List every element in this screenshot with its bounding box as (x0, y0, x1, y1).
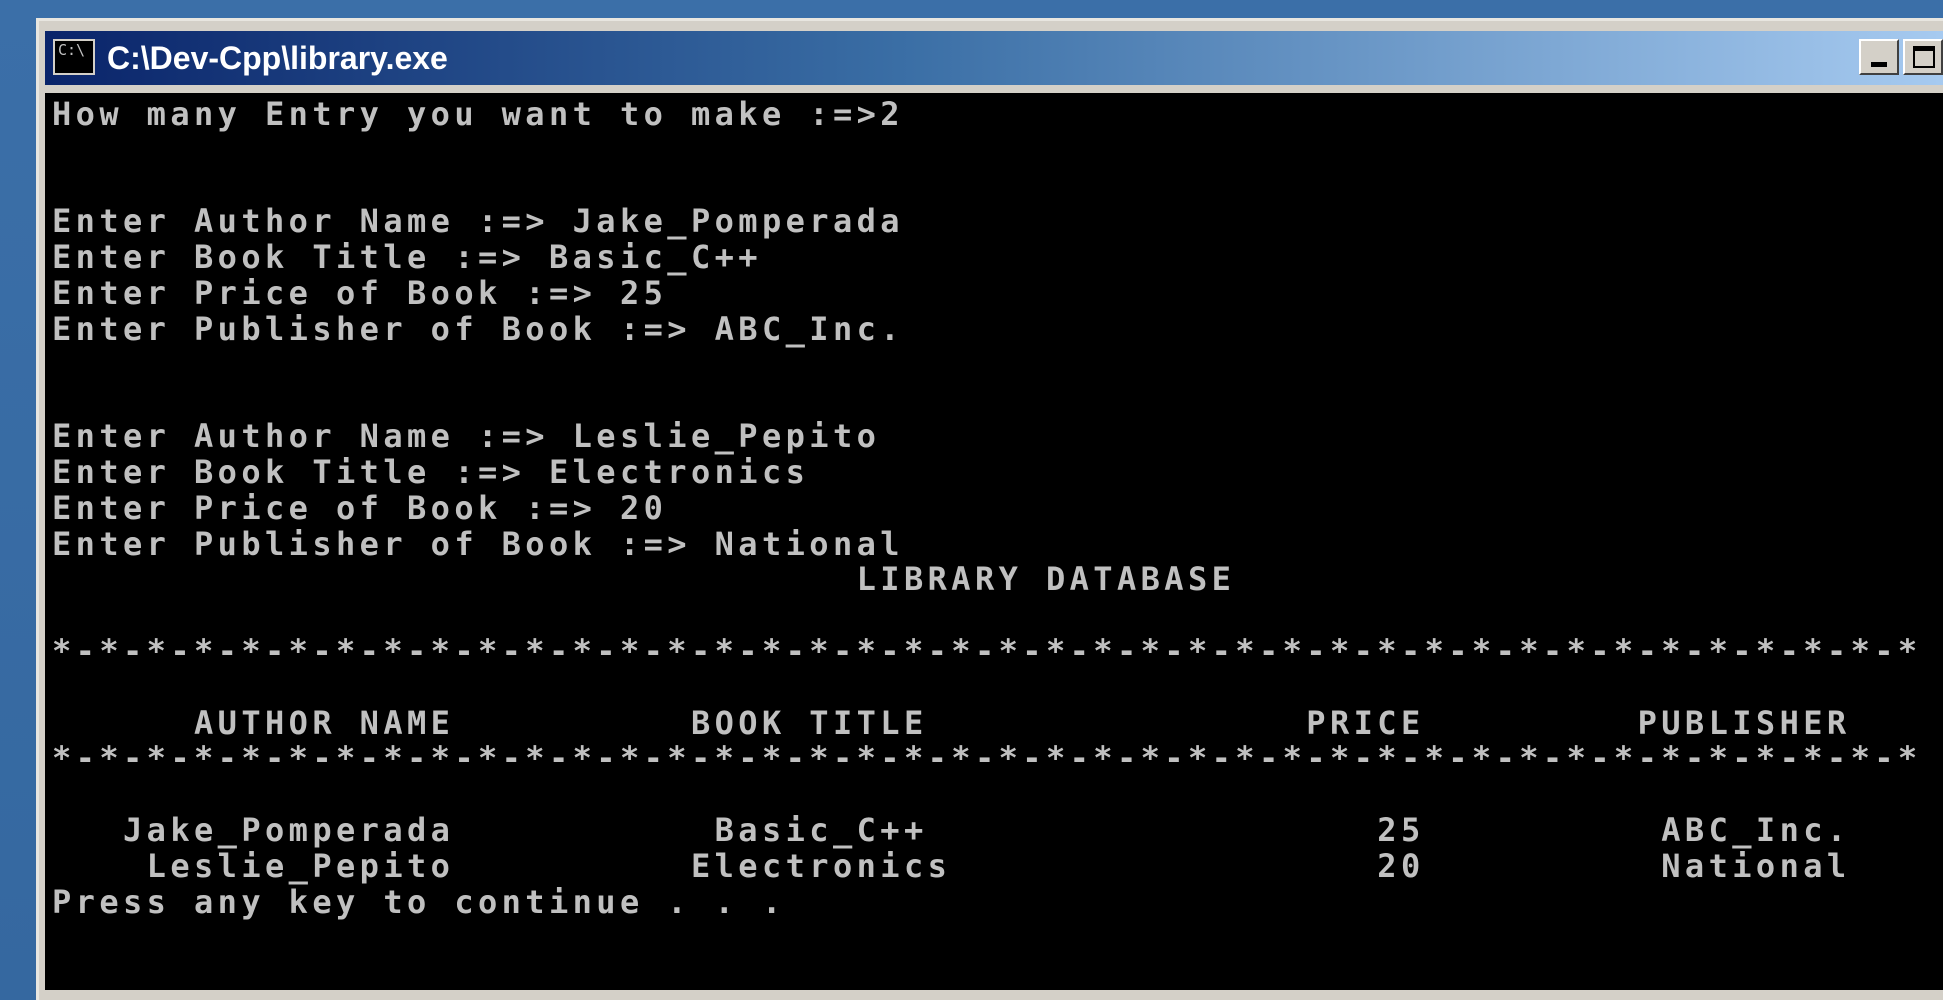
console-line: Enter Publisher of Book :=> National (52, 524, 904, 563)
console-text: How many Entry you want to make :=>2 Ente… (52, 95, 1922, 921)
title-buttons (1859, 39, 1943, 75)
console-output[interactable]: How many Entry you want to make :=>2 Ente… (45, 93, 1943, 990)
title-bar[interactable]: C:\ C:\Dev-Cpp\library.exe (45, 31, 1943, 85)
console-line: *-*-*-*-*-*-*-*-*-*-*-*-*-*-*-*-*-*-*-*-… (52, 739, 1922, 778)
console-line: Enter Author Name :=> Leslie_Pepito (52, 417, 881, 456)
console-line: *-*-*-*-*-*-*-*-*-*-*-*-*-*-*-*-*-*-*-*-… (52, 631, 1922, 670)
console-window: C:\ C:\Dev-Cpp\library.exe How many Entr… (36, 18, 1943, 1000)
console-line: How many Entry you want to make :=>2 (52, 95, 904, 133)
console-line: Jake_Pomperada Basic_C++ 25 ABC_Inc. (52, 810, 1851, 849)
console-line: LIBRARY DATABASE (52, 560, 1236, 599)
console-line: Enter Publisher of Book :=> ABC_Inc. (52, 309, 904, 348)
console-line: Enter Book Title :=> Electronics (52, 452, 810, 491)
minimize-icon (1871, 62, 1887, 67)
maximize-button[interactable] (1903, 39, 1943, 75)
maximize-icon (1913, 46, 1935, 68)
console-line: Enter Price of Book :=> 25 (52, 273, 668, 312)
console-line: Enter Author Name :=> Jake_Pomperada (52, 202, 904, 241)
minimize-button[interactable] (1859, 39, 1899, 75)
desktop: C:\ C:\Dev-Cpp\library.exe How many Entr… (0, 0, 1943, 1000)
console-app-icon-text: C:\ (58, 41, 86, 59)
window-title: C:\Dev-Cpp\library.exe (107, 40, 448, 76)
console-line: Enter Book Title :=> Basic_C++ (52, 238, 762, 277)
console-line: Leslie_Pepito Electronics 20 National (52, 846, 1851, 885)
console-app-icon[interactable]: C:\ (53, 39, 95, 75)
console-line: Enter Price of Book :=> 20 (52, 488, 668, 527)
console-line: Press any key to continue . . . (52, 882, 786, 921)
console-line: AUTHOR NAME BOOK TITLE PRICE PUBLISHER (52, 703, 1851, 742)
